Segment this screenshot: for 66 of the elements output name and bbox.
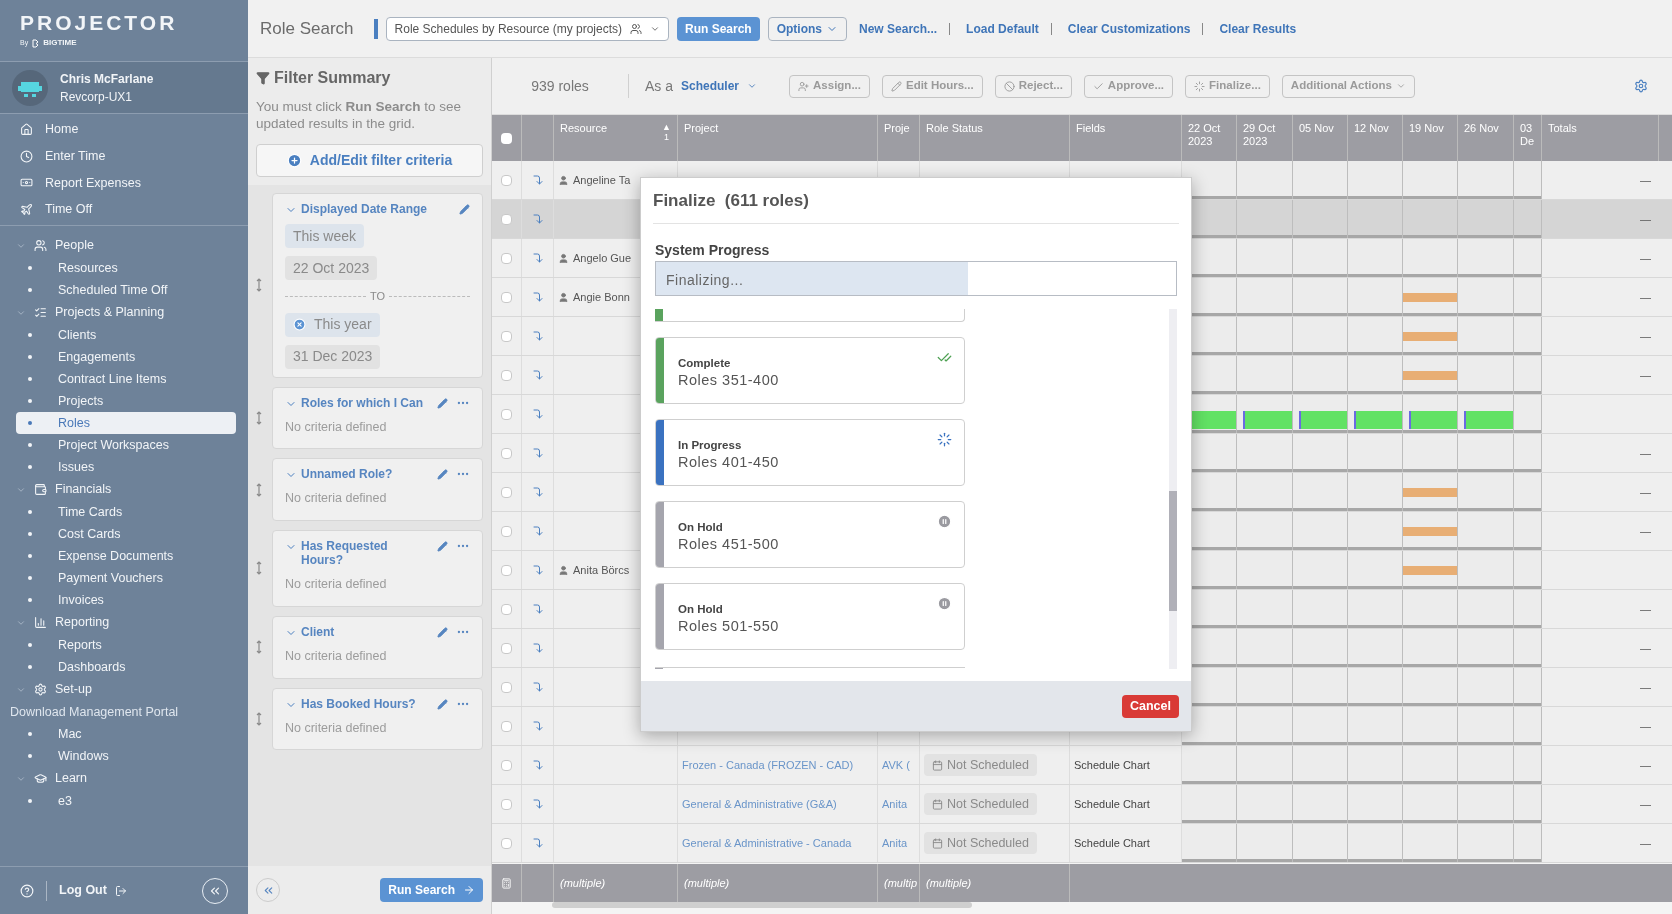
batch-roles: Roles 351-400 — [678, 371, 780, 391]
total-cell-text: — — [1640, 484, 1651, 500]
nav-section-label: Download Management Portal — [10, 703, 180, 721]
logo-title: PROJECTOR — [20, 12, 179, 33]
batch-roles: Roles 401-450 — [678, 453, 780, 473]
total-cell-text: — — [1640, 796, 1651, 812]
total-cell-text: — — [1640, 718, 1651, 734]
table-cell-text: Schedule Chart — [1074, 835, 1150, 851]
batch-roles: Roles 501-550 — [678, 617, 780, 637]
empty-criteria-note: No criteria defined — [285, 576, 388, 593]
date-chip: This week — [285, 224, 365, 248]
as-a-label: As a — [645, 76, 673, 96]
status-badge: Not Scheduled — [924, 754, 1037, 776]
sort-order: 1 — [664, 132, 670, 142]
total-cell-text: — — [1640, 367, 1651, 383]
sort-arrow: ▲ — [662, 122, 671, 132]
summary-cell-text: (multip — [884, 875, 917, 891]
batch-status: In Progress — [678, 439, 743, 453]
status-badge: Not Scheduled — [924, 832, 1037, 854]
total-cell-text: — — [1640, 835, 1651, 851]
table-cell-text: Anita — [882, 796, 908, 812]
batch-status: On Hold — [678, 521, 724, 535]
empty-criteria-note: No criteria defined — [285, 418, 388, 436]
batch-status: Complete — [678, 357, 732, 371]
total-cell-text: — — [1640, 523, 1651, 539]
total-cell-text: — — [1640, 640, 1651, 656]
resource-cell-text: Angie Bonn — [573, 289, 630, 305]
table-cell-text: Schedule Chart — [1074, 757, 1150, 773]
progress-label: System Progress — [655, 241, 771, 260]
table-cell-text: Schedule Chart — [1074, 796, 1150, 812]
empty-criteria-note: No criteria defined — [285, 719, 388, 737]
total-cell-text: — — [1640, 211, 1651, 227]
run-search-note: You must click Run Search to see updated results in the grid. — [256, 98, 463, 132]
summary-cell-text: (multiple) — [560, 875, 606, 891]
total-cell-text: — — [1640, 328, 1651, 344]
table-cell-text: Anita — [882, 835, 908, 851]
progress-text: Finalizing... — [666, 271, 744, 290]
empty-criteria-note: No criteria defined — [285, 490, 388, 508]
user-organization: Revcorp-UX1 — [60, 88, 134, 106]
summary-cell-text: (multiple) — [684, 875, 730, 891]
total-cell-text: — — [1640, 172, 1651, 188]
total-cell-text: — — [1640, 289, 1651, 305]
empty-criteria-note: No criteria defined — [285, 647, 388, 665]
role-count: 939 roles — [530, 76, 590, 96]
batch-roles: Roles 451-500 — [678, 535, 780, 555]
resource-cell-text: Angeline Ta — [573, 172, 631, 188]
total-cell-text: — — [1640, 250, 1651, 266]
total-cell-text: — — [1640, 679, 1651, 695]
batch-status: On Hold — [678, 603, 724, 617]
panel-title: Filter Summary — [274, 68, 391, 88]
date-chip: 22 Oct 2023 — [285, 256, 378, 280]
user-name: Chris McFarlane — [60, 70, 154, 88]
resource-cell-text: Angelo Gue — [573, 250, 632, 266]
date-chip: 31 Dec 2023 — [285, 344, 381, 369]
total-cell-text: — — [1640, 601, 1651, 617]
range-separator: TO — [369, 289, 386, 304]
total-cell-text: — — [1640, 445, 1651, 461]
dialog-title: Finalize (611 roles) — [653, 189, 809, 212]
table-cell-text: AVK ( — [882, 757, 910, 773]
total-cell-text: — — [1640, 757, 1651, 773]
resource-cell-text: Anita Börcs — [573, 562, 630, 578]
summary-cell-text: (multiple) — [926, 875, 972, 891]
page-title: Role Search — [260, 17, 354, 40]
date-chip: This year — [285, 312, 380, 337]
status-badge: Not Scheduled — [924, 793, 1037, 815]
logo-brand: BIGTIME — [43, 37, 77, 49]
